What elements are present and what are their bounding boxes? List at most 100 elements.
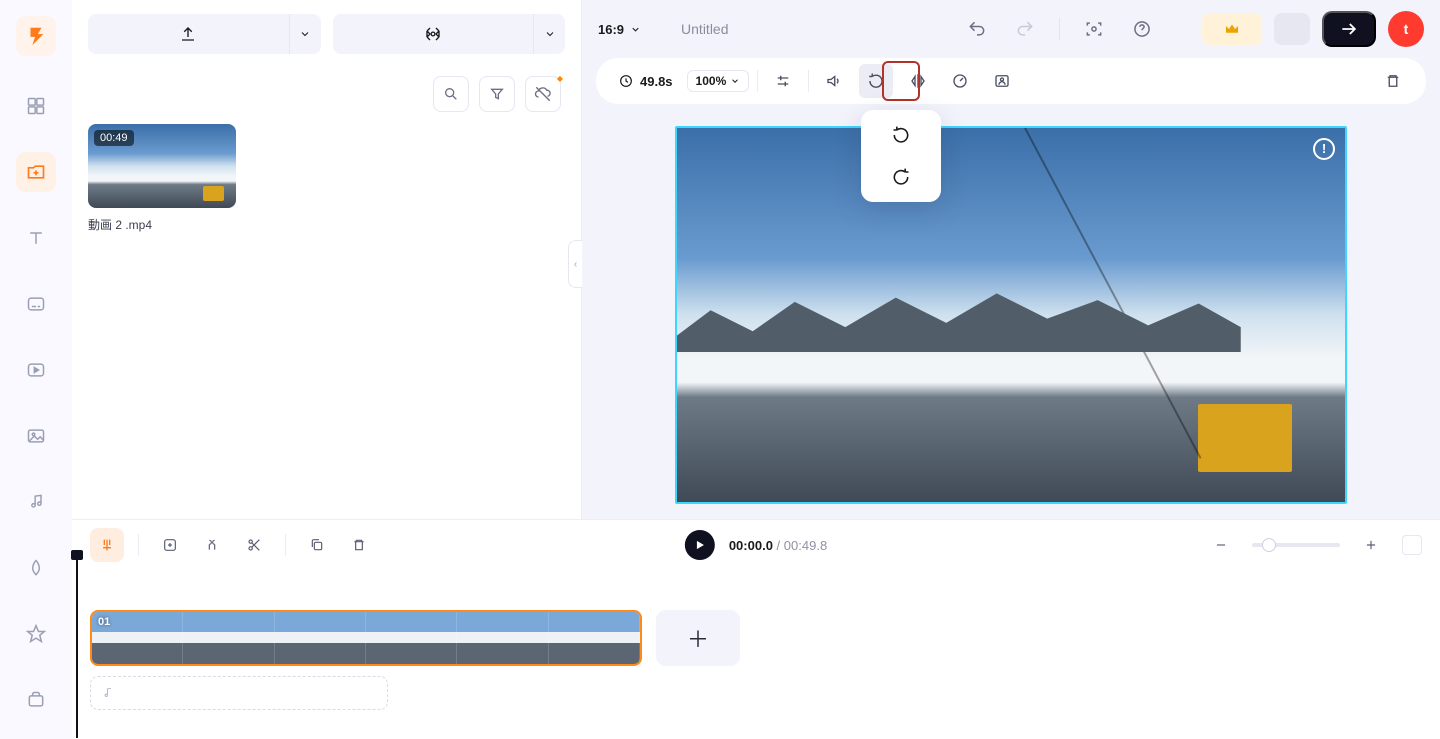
cut-button[interactable]: [237, 528, 271, 562]
rotate-ccw-icon: [891, 125, 911, 145]
split-icon: [204, 537, 220, 553]
search-button[interactable]: [433, 76, 469, 112]
visibility-button[interactable]: ◆: [525, 76, 561, 112]
add-track-button[interactable]: [153, 528, 187, 562]
clip-index: 01: [98, 616, 110, 628]
minus-icon: [1214, 538, 1228, 552]
volume-button[interactable]: [817, 64, 851, 98]
delete-clip-button[interactable]: [342, 528, 376, 562]
record-dropdown[interactable]: [533, 14, 565, 54]
preview-canvas[interactable]: !: [675, 126, 1347, 504]
rotate-cw-icon: [891, 167, 911, 187]
person-frame-icon: [993, 72, 1011, 90]
play-button[interactable]: [685, 530, 715, 560]
trash-icon: [1384, 72, 1402, 90]
premium-dot-icon: ◆: [557, 74, 563, 83]
upload-button[interactable]: [88, 14, 289, 54]
volume-icon: [825, 72, 843, 90]
ai-tools-button[interactable]: [1076, 11, 1112, 47]
record-button[interactable]: [333, 14, 534, 54]
sidebar: [0, 0, 72, 739]
crown-icon: [1223, 20, 1241, 38]
media-clip-thumbnail[interactable]: 00:49 動画 2 .mp4: [88, 124, 236, 233]
clip-duration[interactable]: 49.8s: [612, 69, 679, 93]
nav-media[interactable]: [16, 152, 56, 192]
warning-badge[interactable]: !: [1313, 138, 1335, 160]
upload-dropdown[interactable]: [289, 14, 321, 54]
rotate-button[interactable]: [859, 64, 893, 98]
panel-collapse-handle[interactable]: ‹: [568, 240, 582, 288]
upload-icon: [179, 25, 197, 43]
clip-filename: 動画 2 .mp4: [88, 216, 236, 233]
nav-branding[interactable]: [16, 680, 56, 720]
cloud-off-icon: [534, 85, 552, 103]
adjust-button[interactable]: [766, 64, 800, 98]
app-logo[interactable]: [16, 16, 56, 56]
copy-button[interactable]: [300, 528, 334, 562]
add-clip-button[interactable]: ＋: [656, 610, 740, 666]
redo-button[interactable]: [1007, 11, 1043, 47]
arrow-right-icon: [1339, 19, 1359, 39]
play-icon: [693, 538, 707, 552]
rotate-ccw-option[interactable]: [873, 120, 929, 150]
speed-button[interactable]: [943, 64, 977, 98]
copy-icon: [309, 537, 325, 553]
scan-icon: [1084, 19, 1104, 39]
chevron-down-icon: [630, 24, 641, 35]
nav-images[interactable]: [16, 416, 56, 456]
sliders-icon: [774, 72, 792, 90]
aspect-ratio-selector[interactable]: 16:9: [598, 22, 641, 37]
nav-audio[interactable]: [16, 482, 56, 522]
export-button[interactable]: [1322, 11, 1376, 47]
user-avatar[interactable]: t: [1388, 11, 1424, 47]
mountains-shape: [677, 285, 1241, 352]
rotate-ccw-icon: [867, 72, 885, 90]
clip-duration-badge: 00:49: [94, 130, 134, 146]
playhead[interactable]: [76, 558, 78, 738]
magnet-button[interactable]: [90, 528, 124, 562]
chevron-down-icon: [730, 76, 740, 86]
speedometer-icon: [951, 72, 969, 90]
chevron-down-icon: [544, 28, 556, 40]
rotate-popover: [861, 110, 941, 202]
scissors-icon: [246, 537, 262, 553]
preview-panel: 16:9 Untitled t: [582, 0, 1440, 519]
delete-button[interactable]: [1376, 64, 1410, 98]
filter-icon: [489, 86, 505, 102]
zoom-slider[interactable]: [1252, 543, 1340, 547]
clock-icon: [618, 73, 634, 89]
rotate-cw-option[interactable]: [873, 162, 929, 192]
help-button[interactable]: [1124, 11, 1160, 47]
chevron-down-icon: [299, 28, 311, 40]
magnet-icon: [99, 537, 115, 553]
timeline: 00:00.0 / 00:49.8 01 ＋: [72, 519, 1440, 739]
zoom-out-button[interactable]: [1204, 528, 1238, 562]
nav-stickers[interactable]: [16, 614, 56, 654]
audio-track[interactable]: [90, 676, 388, 710]
share-button[interactable]: [1274, 13, 1310, 45]
undo-button[interactable]: [959, 11, 995, 47]
edit-toolbar: 49.8s 100%: [596, 58, 1426, 104]
nav-videos[interactable]: [16, 350, 56, 390]
premium-badge[interactable]: [1202, 13, 1262, 45]
nav-subtitles[interactable]: [16, 284, 56, 324]
timeline-clip[interactable]: 01: [90, 610, 642, 666]
nav-text[interactable]: [16, 218, 56, 258]
playback-time: 00:00.0 / 00:49.8: [729, 538, 827, 553]
fit-button[interactable]: [1402, 535, 1422, 555]
redo-icon: [1015, 19, 1035, 39]
media-panel: ◆ 00:49 動画 2 .mp4 ‹: [72, 0, 582, 519]
trash-icon: [351, 537, 367, 553]
divider: [1059, 18, 1060, 40]
nav-templates[interactable]: [16, 86, 56, 126]
search-icon: [443, 86, 459, 102]
filter-button[interactable]: [479, 76, 515, 112]
flip-button[interactable]: [901, 64, 935, 98]
zoom-selector[interactable]: 100%: [687, 70, 750, 92]
split-button[interactable]: [195, 528, 229, 562]
project-title[interactable]: Untitled: [681, 21, 728, 37]
pip-button[interactable]: [985, 64, 1019, 98]
nav-effects[interactable]: [16, 548, 56, 588]
zoom-in-button[interactable]: [1354, 528, 1388, 562]
undo-icon: [967, 19, 987, 39]
